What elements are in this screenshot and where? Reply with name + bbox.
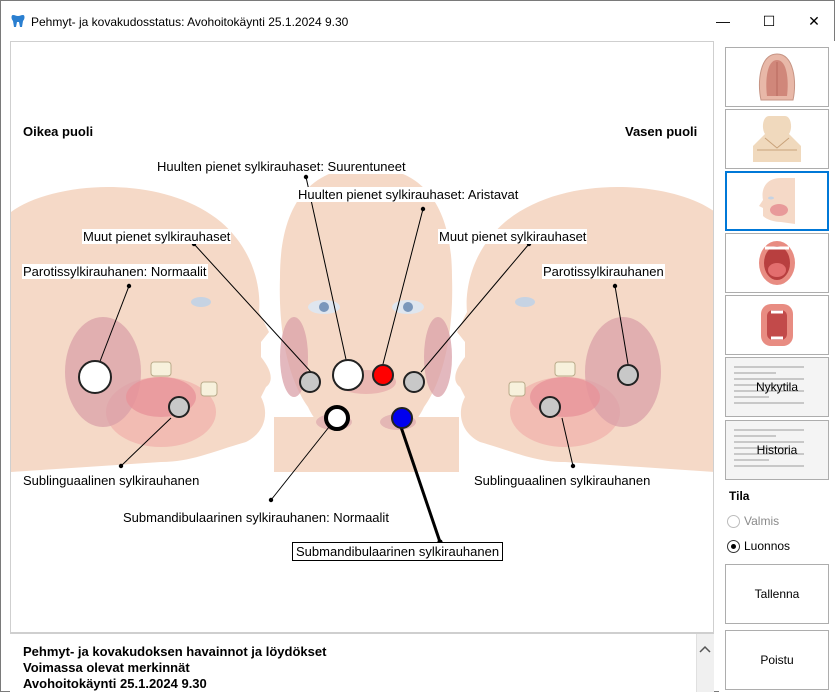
radio-luonnos-circle[interactable] (727, 539, 740, 553)
marker-submandibular-left[interactable] (391, 407, 413, 429)
radio-luonnos-label: Luonnos (744, 539, 791, 553)
label-submandibular-selected[interactable]: Submandibulaarinen sylkirauhanen (292, 542, 504, 561)
right-side-heading: Oikea puoli (23, 124, 94, 139)
radio-valmis-label: Valmis (744, 514, 780, 528)
marker-huulten-suurentuneet[interactable] (332, 359, 364, 391)
mouth-open-view-button[interactable] (725, 233, 829, 293)
nykytila-label: Nykytila (755, 380, 798, 394)
maximize-icon: ☐ (762, 12, 776, 29)
label-sublingual-right[interactable]: Sublinguaalinen sylkirauhanen (22, 473, 201, 488)
right-panel: Nykytila Historia Tila Valmis Luonnos Ta… (719, 41, 835, 692)
label-sublingual-left[interactable]: Sublinguaalinen sylkirauhanen (473, 473, 652, 488)
save-button-label: Tallenna (754, 587, 800, 601)
marker-parotis-left[interactable] (617, 364, 639, 386)
chevron-up-icon[interactable] (696, 640, 714, 658)
minimize-icon: — (716, 13, 730, 29)
label-muut-left[interactable]: Muut pienet sylkirauhaset (438, 229, 588, 244)
radio-luonnos[interactable]: Luonnos (727, 539, 790, 553)
throat-icon (761, 304, 793, 346)
tooth-icon (11, 15, 25, 27)
tila-heading: Tila (729, 489, 750, 503)
maximize-button[interactable]: ☐ (746, 1, 792, 41)
notes-line-2: Voimassa olevat merkinnät (23, 660, 190, 675)
throat-view-button[interactable] (725, 295, 829, 355)
label-huulten-suurentuneet[interactable]: Huulten pienet sylkirauhaset: Suurentune… (156, 159, 407, 174)
exit-button-label: Poistu (760, 653, 794, 667)
label-parotis-left[interactable]: Parotissylkirauhanen (542, 264, 665, 279)
label-submandibular-normaalit[interactable]: Submandibulaarinen sylkirauhanen: Normaa… (122, 510, 390, 525)
marker-muut-right[interactable] (299, 371, 321, 393)
label-muut-right[interactable]: Muut pienet sylkirauhaset (82, 229, 232, 244)
radio-valmis[interactable]: Valmis (727, 514, 779, 528)
marker-submandibular-right[interactable] (324, 405, 350, 431)
main-window: Pehmyt- ja kovakudosstatus: Avohoitokäyn… (0, 0, 835, 692)
marker-muut-left[interactable] (403, 371, 425, 393)
radio-valmis-circle[interactable] (727, 514, 740, 528)
mouth-icon (759, 241, 795, 285)
palate-view-button[interactable] (725, 47, 829, 107)
label-huulten-aristavat[interactable]: Huulten pienet sylkirauhaset: Aristavat (297, 187, 520, 202)
historia-button[interactable]: Historia (725, 420, 829, 480)
save-button[interactable]: Tallenna (725, 564, 829, 624)
historia-label: Historia (756, 443, 798, 457)
close-button[interactable]: ✕ (791, 1, 835, 41)
nykytila-button[interactable]: Nykytila (725, 357, 829, 417)
neck-icon (753, 116, 801, 162)
notes-line-3: Avohoitokäynti 25.1.2024 9.30 (23, 676, 207, 691)
palate-icon (758, 53, 796, 101)
label-parotis-right[interactable]: Parotissylkirauhanen: Normaalit (22, 264, 208, 279)
marker-huulten-aristavat[interactable] (372, 364, 394, 386)
exit-button[interactable]: Poistu (725, 630, 829, 690)
marker-parotis-right[interactable] (78, 360, 112, 394)
minimize-button[interactable]: — (700, 1, 746, 41)
salivary-glands-view-button[interactable] (725, 171, 829, 231)
title-bar: Pehmyt- ja kovakudosstatus: Avohoitokäyn… (1, 1, 834, 41)
neck-view-button[interactable] (725, 109, 829, 169)
close-icon: ✕ (808, 12, 820, 29)
notes-panel[interactable]: Pehmyt- ja kovakudoksen havainnot ja löy… (10, 633, 714, 692)
head-icon (759, 178, 795, 224)
window-title: Pehmyt- ja kovakudosstatus: Avohoitokäyn… (31, 15, 349, 29)
notes-line-1: Pehmyt- ja kovakudoksen havainnot ja löy… (23, 644, 327, 659)
diagram-canvas: Oikea puoli Vasen puoli Huulten pienet s… (10, 41, 714, 633)
marker-sublingual-right[interactable] (168, 396, 190, 418)
left-side-heading: Vasen puoli (625, 124, 698, 139)
marker-sublingual-left[interactable] (539, 396, 561, 418)
